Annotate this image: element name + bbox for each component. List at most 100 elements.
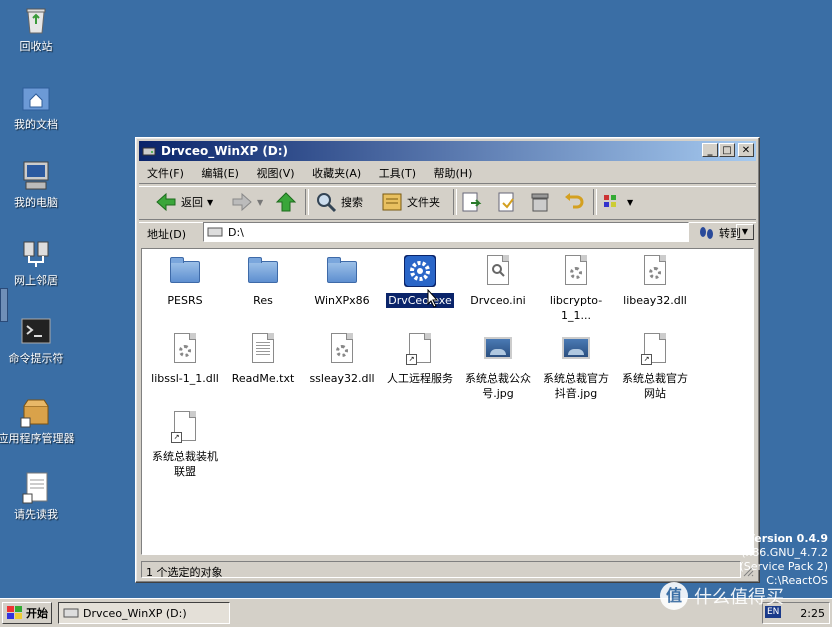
start-label: 开始	[26, 607, 48, 620]
forward-button[interactable]: ▼	[231, 188, 263, 216]
desktop-icon-documents[interactable]: 我的文档	[0, 82, 76, 132]
back-label: 返回	[181, 196, 203, 209]
address-input[interactable]: D:\ ▼	[203, 222, 754, 242]
views-button[interactable]: ▼	[601, 188, 633, 216]
undo-icon	[565, 193, 584, 209]
explorer-window: Drvceo_WinXP (D:) _ □ ✕ 文件(F) 编辑(E) 视图(V…	[135, 137, 760, 583]
file-item[interactable]: ↗ 系统总裁装机联盟	[146, 411, 224, 479]
back-arrow-icon	[156, 192, 176, 212]
desktop-icon-terminal[interactable]: 命令提示符	[0, 316, 76, 366]
file-item[interactable]: Drvceo.ini	[459, 255, 537, 308]
folder-tree-icon	[382, 193, 402, 211]
folders-button[interactable]: 文件夹	[381, 188, 440, 216]
window-titlebar[interactable]: Drvceo_WinXP (D:) _ □ ✕	[139, 141, 756, 161]
move-to-icon	[462, 192, 482, 212]
file-name: Drvceo.ini	[470, 294, 526, 307]
watermark-logo-icon: 值	[660, 582, 688, 610]
close-button[interactable]: ✕	[738, 143, 754, 157]
file-name: 系统总裁官方抖音.jpg	[543, 372, 609, 400]
chevron-down-icon: ▼	[207, 197, 214, 207]
delete-button[interactable]	[529, 188, 555, 216]
dll-file-icon	[326, 333, 358, 365]
toolbar-separator	[453, 189, 457, 215]
search-button[interactable]: 搜索	[315, 188, 363, 216]
watermark-text: 什么值得买	[694, 587, 784, 608]
file-name: libssl-1_1.dll	[151, 372, 219, 385]
file-name: libcrypto-1_1...	[549, 294, 603, 322]
file-name: 系统总裁装机联盟	[152, 450, 218, 478]
file-item[interactable]: Res	[224, 255, 302, 308]
file-item[interactable]: ReadMe.txt	[224, 333, 302, 386]
desktop-icon-label: 回收站	[19, 40, 53, 53]
status-text: 1 个选定的对象	[141, 561, 741, 579]
menu-view[interactable]: 视图(V)	[250, 163, 300, 183]
file-name: WinXPx86	[314, 294, 370, 307]
image-file-icon	[560, 333, 592, 365]
go-button[interactable]: 转到	[697, 224, 741, 242]
app-manager-icon	[20, 396, 52, 428]
file-item[interactable]: 系统总裁公众号.jpg	[459, 333, 537, 401]
desktop-icon-recycle-bin[interactable]: 回收站	[0, 4, 76, 54]
text-file-icon	[247, 333, 279, 365]
desktop-icon-label: 网上邻居	[14, 274, 58, 287]
file-item[interactable]: WinXPx86	[303, 255, 381, 308]
copy-to-button[interactable]	[495, 188, 521, 216]
file-name: libeay32.dll	[623, 294, 687, 307]
dll-file-icon	[639, 255, 671, 287]
up-button[interactable]	[275, 188, 301, 216]
file-name: 人工远程服务	[387, 372, 453, 385]
file-item[interactable]: ↗ 系统总裁官方网站	[616, 333, 694, 401]
back-button[interactable]: 返回 ▼	[155, 188, 213, 216]
file-item[interactable]: libeay32.dll	[616, 255, 694, 308]
go-footsteps-icon	[700, 227, 713, 239]
undo-button[interactable]	[563, 188, 589, 216]
folder-icon	[326, 255, 358, 287]
chevron-down-icon: ▼	[627, 197, 634, 207]
drive-icon	[142, 147, 156, 156]
file-item[interactable]: 系统总裁官方抖音.jpg	[537, 333, 615, 401]
status-bar: 1 个选定的对象	[139, 559, 756, 579]
version-line: (Service Pack 2)	[739, 560, 828, 573]
desktop-icon-label: 我的电脑	[14, 196, 58, 209]
toolbar-separator	[305, 189, 309, 215]
dll-file-icon	[560, 255, 592, 287]
address-value: D:\	[228, 226, 244, 239]
menu-tools[interactable]: 工具(T)	[373, 163, 422, 183]
clock[interactable]: 2:25	[800, 607, 825, 620]
file-name: ssleay32.dll	[309, 372, 375, 385]
address-bar: 地址(D) D:\ ▼ 转到	[139, 221, 756, 245]
file-item[interactable]: ↗ 人工远程服务	[381, 333, 459, 386]
address-label: 地址(D)	[147, 228, 187, 241]
folder-icon	[169, 255, 201, 287]
desktop-icon-network[interactable]: 网上邻居	[0, 238, 76, 288]
desktop-icon-label: 应用程序管理器	[0, 432, 75, 445]
dll-file-icon	[169, 333, 201, 365]
file-item[interactable]: DrvCeo.exe	[381, 255, 459, 309]
file-item[interactable]: PESRS	[146, 255, 224, 308]
menu-help[interactable]: 帮助(H)	[428, 163, 479, 183]
menu-edit[interactable]: 编辑(E)	[195, 163, 245, 183]
documents-icon	[20, 82, 52, 114]
go-label: 转到	[719, 227, 741, 240]
desktop-icon-computer[interactable]: 我的电脑	[0, 160, 76, 210]
version-line: (x86.GNU_4.7.2	[741, 546, 828, 559]
desktop-icon-app-manager[interactable]: 应用程序管理器	[0, 396, 76, 446]
file-item[interactable]: ssleay32.dll	[303, 333, 381, 386]
views-grid-icon	[604, 195, 616, 207]
file-name: DrvCeo.exe	[385, 292, 455, 309]
desktop-icon-readme[interactable]: 请先读我	[0, 472, 76, 522]
start-logo-icon	[7, 606, 22, 619]
menu-bar: 文件(F) 编辑(E) 视图(V) 收藏夹(A) 工具(T) 帮助(H)	[139, 163, 756, 183]
menu-file[interactable]: 文件(F)	[141, 163, 190, 183]
watermark: 值 什么值得买	[660, 582, 784, 610]
taskbar-window-button[interactable]: Drvceo_WinXP (D:)	[58, 602, 230, 624]
menu-favorites[interactable]: 收藏夹(A)	[306, 163, 367, 183]
window-title: Drvceo_WinXP (D:)	[161, 144, 289, 158]
file-item[interactable]: libssl-1_1.dll	[146, 333, 224, 386]
maximize-button[interactable]: □	[719, 143, 735, 157]
start-button[interactable]: 开始	[2, 602, 52, 624]
minimize-button[interactable]: _	[702, 143, 718, 157]
file-item[interactable]: libcrypto-1_1...	[537, 255, 615, 323]
move-to-button[interactable]	[461, 188, 487, 216]
file-name: PESRS	[167, 294, 203, 307]
